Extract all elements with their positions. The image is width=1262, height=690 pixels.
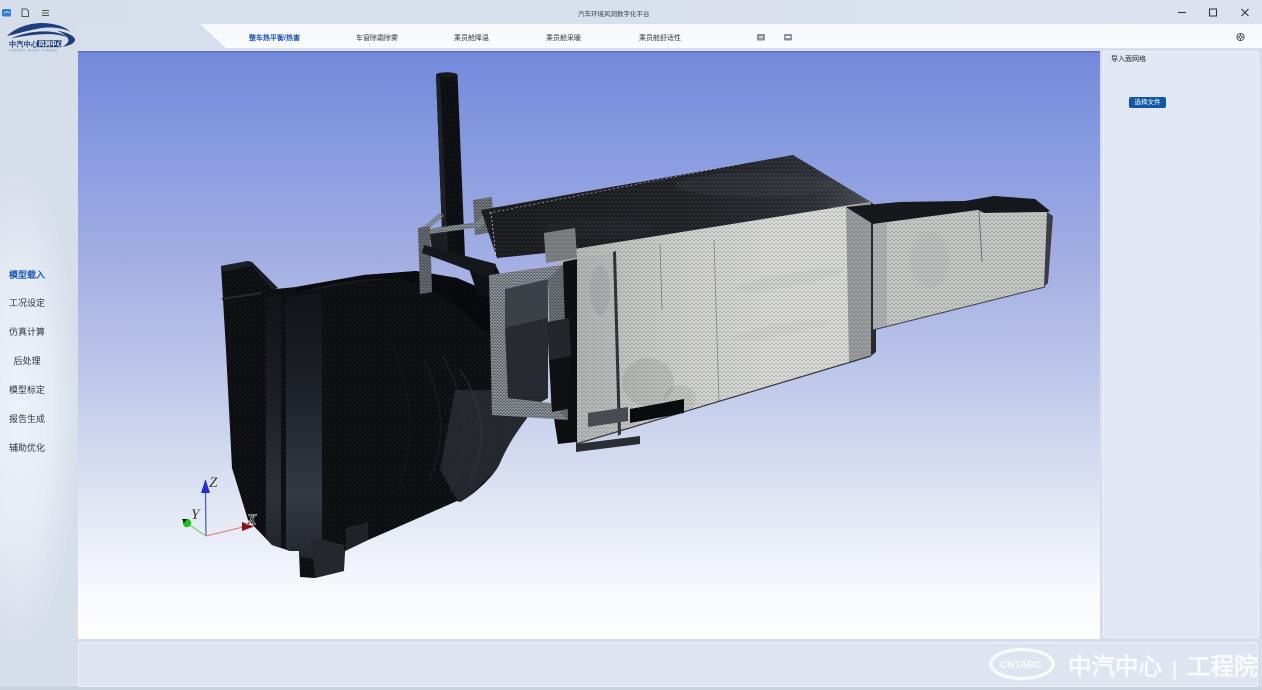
svg-text:CATARC WIND TUNNEL: CATARC WIND TUNNEL — [9, 49, 59, 53]
svg-text:风洞中心: 风洞中心 — [39, 40, 63, 48]
svg-text:X: X — [246, 512, 257, 528]
svg-text:CNTARC: CNTARC — [1000, 660, 1041, 671]
svg-text:Z: Z — [209, 475, 218, 491]
svg-text:中汽中心: 中汽中心 — [9, 40, 38, 49]
svg-text:中汽中心 ❘ 工程院: 中汽中心 ❘ 工程院 — [1068, 653, 1258, 680]
